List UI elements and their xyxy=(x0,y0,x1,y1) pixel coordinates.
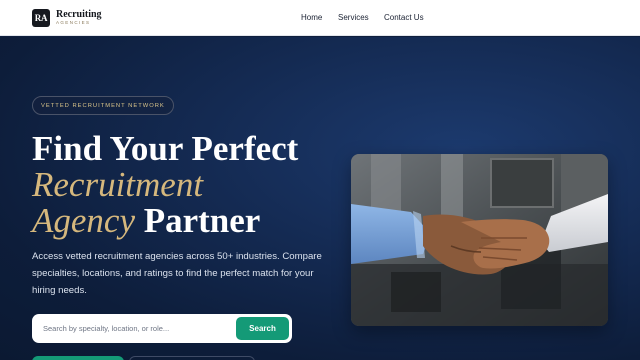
vetted-network-badge: VETTED RECRUITMENT NETWORK xyxy=(32,96,174,115)
hero-description: Access vetted recruitment agencies acros… xyxy=(32,251,322,296)
headline-line-3: Agency Partner xyxy=(32,203,260,239)
search-bar: Search xyxy=(32,314,292,343)
headline-line-2: Recruitment xyxy=(32,165,204,204)
headline-highlight: Agency xyxy=(32,201,135,240)
secondary-cta-button[interactable] xyxy=(129,356,255,360)
headline-line-1: Find Your Perfect xyxy=(32,129,299,168)
nav-link-contact-us[interactable]: Contact Us xyxy=(384,13,424,22)
search-input[interactable] xyxy=(38,318,228,339)
logo-name[interactable]: Recruiting xyxy=(56,9,102,20)
search-button[interactable]: Search xyxy=(236,317,289,340)
nav-link-services[interactable]: Services xyxy=(338,13,369,22)
logo-mark[interactable]: RA xyxy=(32,9,50,27)
nav-link-home[interactable]: Home xyxy=(301,13,322,22)
handshake-photo xyxy=(351,154,608,326)
logo-subtitle: AGENCIES xyxy=(56,20,91,25)
top-navbar: RA Recruiting AGENCIES Home Services Con… xyxy=(0,0,640,36)
hero-section: VETTED RECRUITMENT NETWORK Find Your Per… xyxy=(0,37,640,360)
handshake-image xyxy=(351,154,608,326)
primary-cta-button[interactable] xyxy=(32,356,124,360)
headline-partner: Partner xyxy=(134,201,261,240)
